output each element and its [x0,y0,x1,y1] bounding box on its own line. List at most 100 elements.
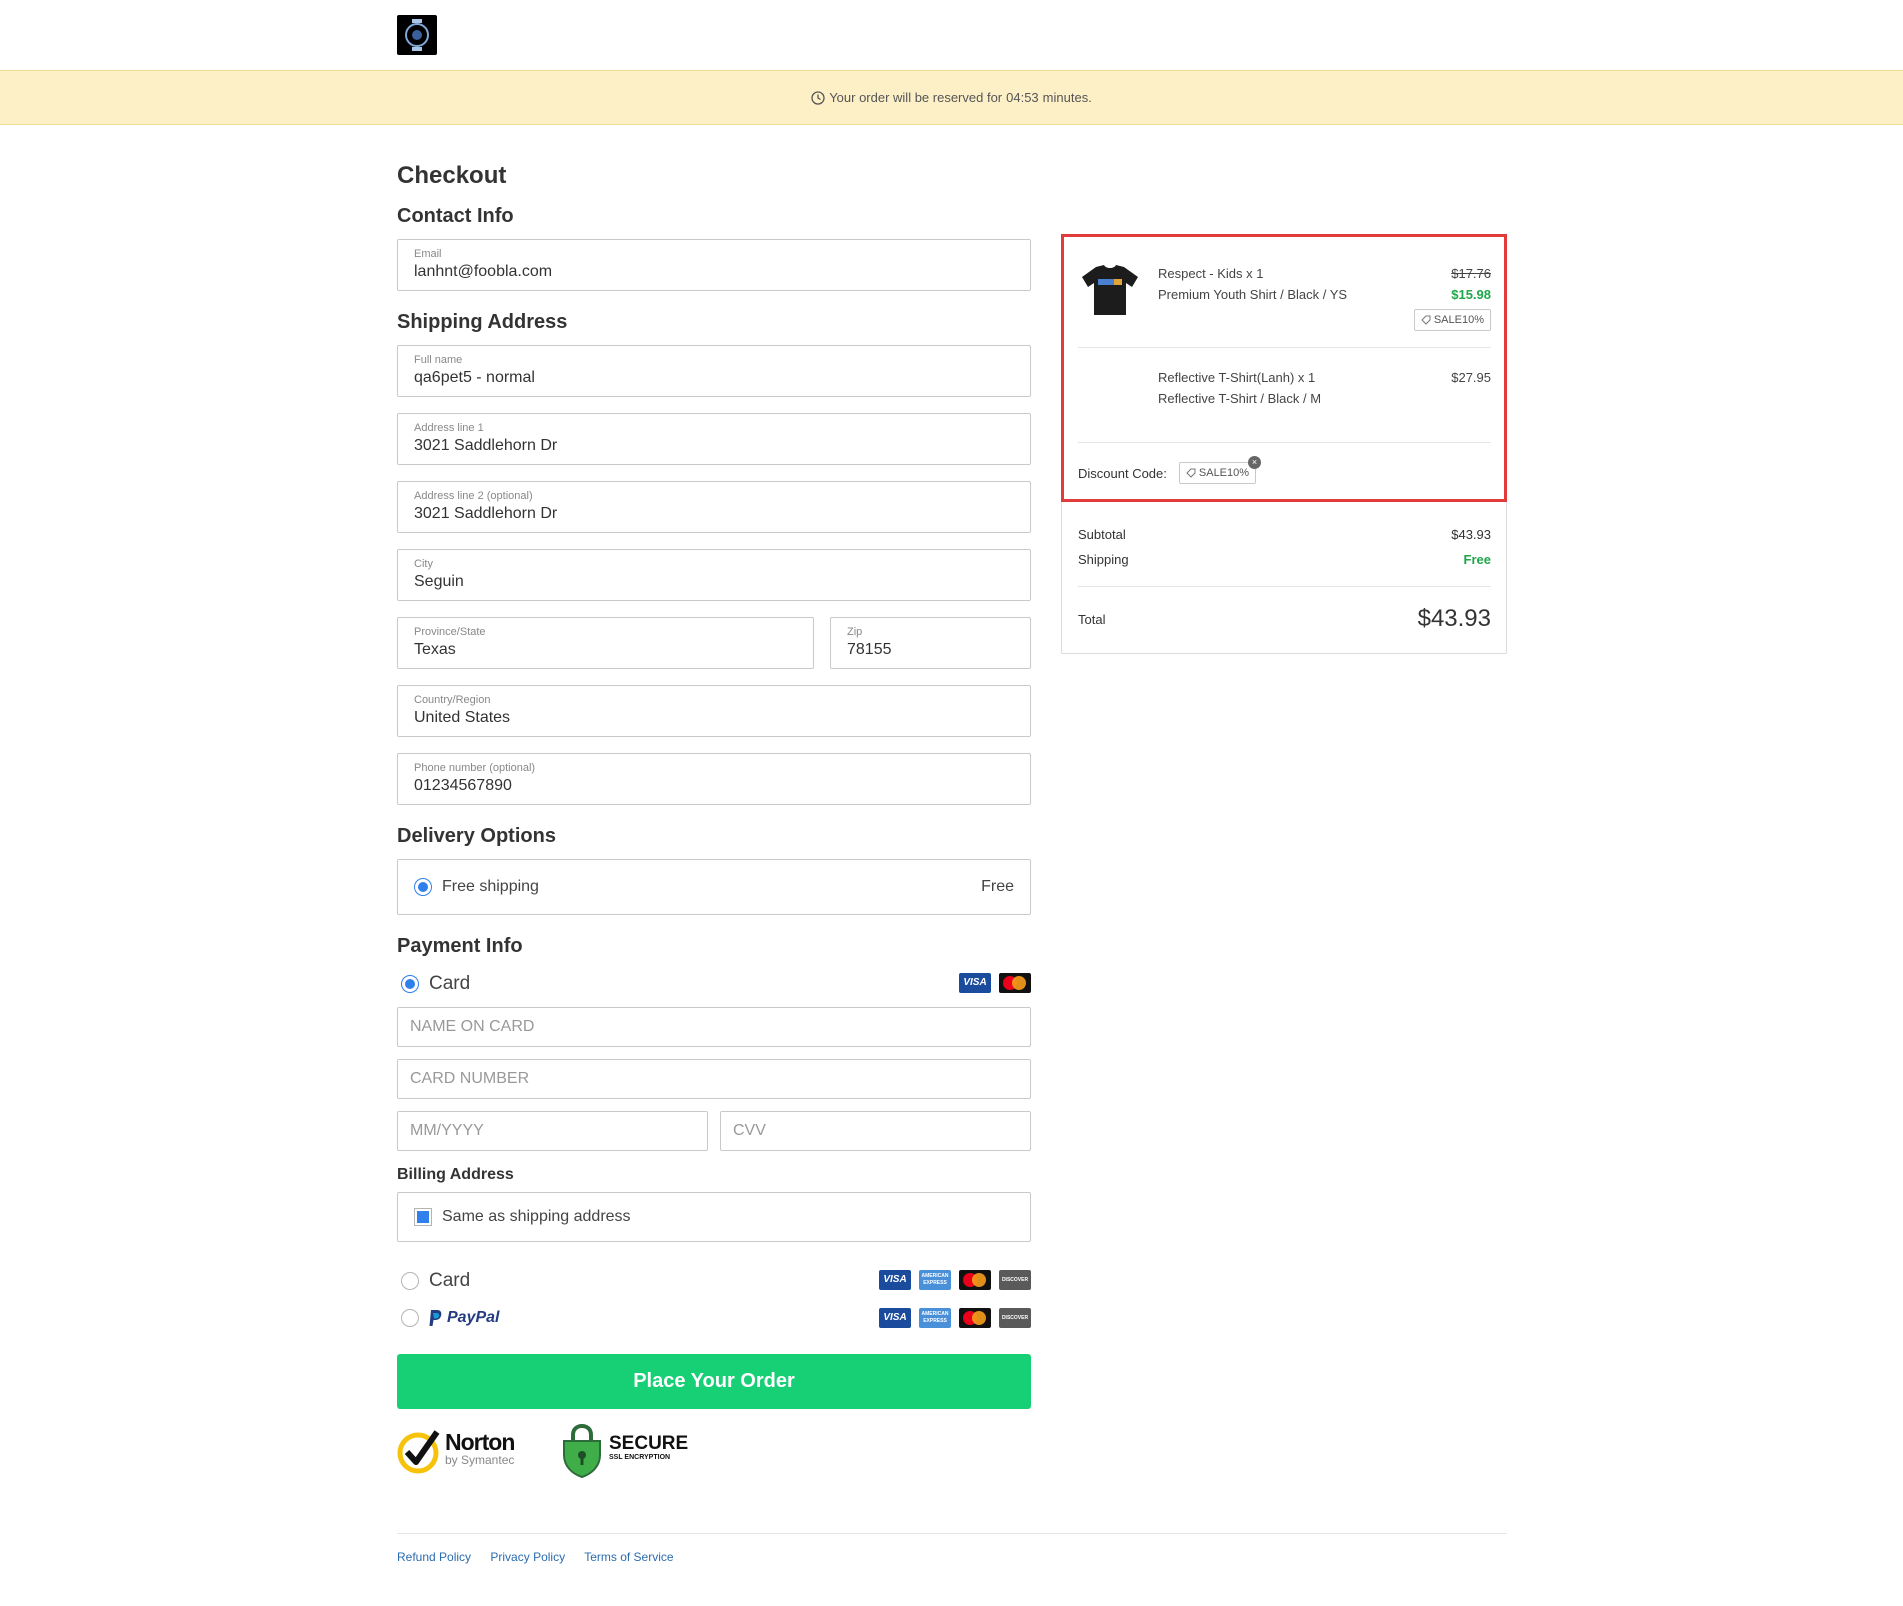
paypal-card-brands: VISA AMERICAN EXPRESS DISCOVER [879,1308,1031,1328]
address-line1-value: 3021 Saddlehorn Dr [414,437,558,454]
clock-icon [811,90,825,105]
alt-card-radio[interactable] [401,1272,419,1290]
same-as-shipping-label: Same as shipping address [442,1208,631,1225]
banner-suffix: minutes. [1042,90,1092,105]
subtotal-label: Subtotal [1078,527,1126,542]
mastercard-icon [959,1308,991,1328]
visa-icon: VISA [879,1308,911,1328]
city-field[interactable]: City Seguin [397,549,1031,601]
highlight-box [1061,234,1507,502]
state-label: Province/State [414,626,486,638]
shipping-row: Shipping Free [1078,552,1491,567]
norton-sub-label: by Symantec [445,1453,515,1467]
alt-card-label: Card [429,1270,471,1291]
shipping-value: Free [1463,552,1491,567]
visa-icon: VISA [879,1270,911,1290]
total-divider [1078,586,1491,587]
paypal-label: PayPal [447,1309,500,1326]
same-as-shipping-checkbox[interactable] [414,1208,432,1226]
paypal-option[interactable]: PayPal [401,1309,499,1327]
alt-card-brands: VISA AMERICAN EXPRESS DISCOVER [879,1270,1031,1290]
expiry-input[interactable]: MM/YYYY [397,1111,708,1151]
subtotal-row: Subtotal $43.93 [1078,527,1491,542]
phone-label: Phone number (optional) [414,762,536,774]
address-line2-field[interactable]: Address line 2 (optional) 3021 Saddlehor… [397,481,1031,533]
header [0,0,1903,70]
privacy-policy-link[interactable]: Privacy Policy [490,1550,565,1564]
terms-of-service-link[interactable]: Terms of Service [584,1550,673,1564]
reservation-banner: Your order will be reserved for 04:53 mi… [0,70,1903,125]
billing-address-title: Billing Address [397,1166,514,1183]
amex-icon: AMERICAN EXPRESS [919,1308,951,1328]
address-line1-label: Address line 1 [414,422,484,434]
place-order-button[interactable]: Place Your Order [397,1354,1031,1409]
phone-field[interactable]: Phone number (optional) 01234567890 [397,753,1031,805]
mastercard-icon [999,973,1031,993]
norton-label: Norton [445,1429,515,1455]
zip-label: Zip [847,626,863,638]
store-logo[interactable] [397,15,437,55]
contact-info-title: Contact Info [397,205,514,227]
total-value: $43.93 [1417,605,1491,632]
name-on-card-input[interactable]: NAME ON CARD [397,1007,1031,1047]
discover-icon: DISCOVER [999,1308,1031,1328]
footer-links: Refund Policy Privacy Policy Terms of Se… [397,1550,690,1564]
paypal-icon [429,1310,442,1326]
country-field[interactable]: Country/Region United States [397,685,1031,737]
state-value: Texas [414,641,456,658]
amex-icon: AMERICAN EXPRESS [919,1270,951,1290]
alt-card-option[interactable]: Card [401,1270,470,1292]
free-shipping-label: Free shipping [442,878,539,895]
reservation-timer: 04:53 [1006,90,1039,105]
visa-icon: VISA [959,973,991,993]
full-name-value: qa6pet5 - normal [414,369,535,386]
address-line2-value: 3021 Saddlehorn Dr [414,505,558,522]
lock-shield-icon [563,1423,601,1479]
country-label: Country/Region [414,694,491,706]
cvv-input[interactable]: CVV [720,1111,1031,1151]
ssl-badge: SECURE SSL ENCRYPTION [561,1423,688,1479]
footer-divider [397,1533,1507,1534]
city-value: Seguin [414,573,464,590]
page-title: Checkout [397,162,507,189]
total-label: Total [1078,611,1106,627]
country-value: United States [414,709,511,726]
total-row: Total $43.93 [1078,603,1491,635]
phone-value: 01234567890 [414,777,512,794]
norton-check-icon [397,1430,440,1474]
free-shipping-price: Free [981,878,1014,895]
subtotal-value: $43.93 [1451,527,1491,542]
refund-policy-link[interactable]: Refund Policy [397,1550,471,1564]
email-label: Email [414,248,442,260]
zip-field[interactable]: Zip 78155 [830,617,1031,669]
norton-badge: Norton by Symantec [397,1428,515,1474]
free-shipping-radio[interactable] [414,878,432,896]
shipping-address-title: Shipping Address [397,311,568,333]
paypal-radio[interactable] [401,1309,419,1327]
address-line2-label: Address line 2 (optional) [414,490,533,502]
secure-label: SECURE [609,1433,689,1454]
delivery-options-title: Delivery Options [397,825,556,847]
accepted-cards: VISA [959,973,1031,993]
zip-value: 78155 [847,641,892,658]
shipping-label: Shipping [1078,552,1129,567]
card-label: Card [429,973,471,994]
full-name-field[interactable]: Full name qa6pet5 - normal [397,345,1031,397]
cvv-placeholder: CVV [733,1122,766,1139]
free-shipping-option[interactable]: Free shipping Free [397,859,1031,915]
email-field[interactable]: Email lanhnt@foobla.com [397,239,1031,291]
email-value: lanhnt@foobla.com [414,263,553,280]
card-number-placeholder: CARD NUMBER [410,1070,530,1087]
same-as-shipping-option[interactable]: Same as shipping address [397,1192,1031,1242]
discover-icon: DISCOVER [999,1270,1031,1290]
full-name-label: Full name [414,354,463,366]
card-payment-option[interactable]: Card [401,973,470,995]
city-label: City [414,558,433,570]
address-line1-field[interactable]: Address line 1 3021 Saddlehorn Dr [397,413,1031,465]
banner-prefix: Your order will be reserved for [829,90,1003,105]
card-number-input[interactable]: CARD NUMBER [397,1059,1031,1099]
payment-info-title: Payment Info [397,935,523,957]
card-radio[interactable] [401,975,419,993]
state-field[interactable]: Province/State Texas [397,617,814,669]
name-on-card-placeholder: NAME ON CARD [410,1018,535,1035]
